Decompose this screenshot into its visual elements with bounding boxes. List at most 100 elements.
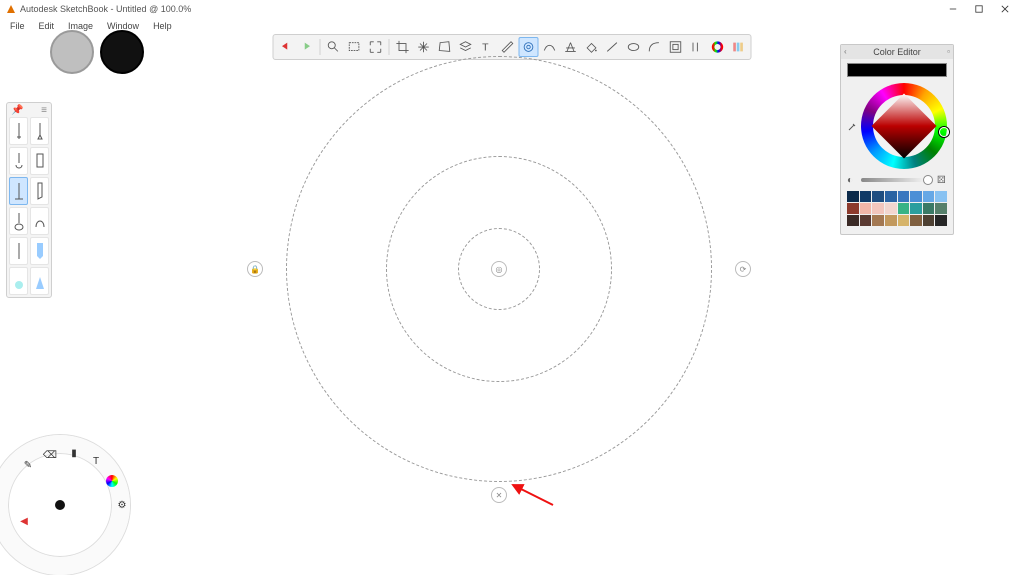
redo-button[interactable] bbox=[297, 37, 317, 57]
menu-file[interactable]: File bbox=[4, 20, 31, 32]
annotation-arrow-icon bbox=[508, 480, 558, 510]
menu-help[interactable]: Help bbox=[147, 20, 178, 32]
color-swatch[interactable] bbox=[923, 203, 935, 214]
menu-icon[interactable]: ≡ bbox=[41, 105, 47, 116]
color-editor-header[interactable]: ‹ Color Editor ▫ bbox=[841, 45, 953, 59]
color-swatch[interactable] bbox=[872, 203, 884, 214]
lagoon-eraser-icon[interactable]: ⌫ bbox=[42, 447, 58, 463]
fill-button[interactable] bbox=[582, 37, 602, 57]
color-swatch[interactable] bbox=[847, 203, 859, 214]
color-swatch[interactable] bbox=[898, 191, 910, 202]
color-wheel[interactable] bbox=[861, 83, 947, 169]
transform-button[interactable] bbox=[414, 37, 434, 57]
color-puck[interactable] bbox=[50, 30, 144, 74]
color-swatch[interactable] bbox=[860, 191, 872, 202]
brush-brush[interactable] bbox=[9, 207, 28, 235]
symmetry-lock-handle[interactable]: 🔒 bbox=[247, 261, 263, 277]
color-swatch[interactable] bbox=[898, 203, 910, 214]
eyedropper-icon[interactable] bbox=[847, 122, 857, 132]
brush-pencil[interactable] bbox=[9, 117, 28, 145]
brush-highlighter[interactable] bbox=[30, 237, 49, 265]
ruler-button[interactable] bbox=[498, 37, 518, 57]
maximize-button[interactable] bbox=[966, 1, 992, 17]
fit-button[interactable] bbox=[366, 37, 386, 57]
lagoon-flood-icon[interactable]: ▮ bbox=[66, 445, 82, 461]
transparency-slider[interactable]: ◐ ⚄ bbox=[841, 173, 953, 187]
svg-text:T: T bbox=[482, 42, 489, 54]
lagoon-color-icon[interactable] bbox=[104, 473, 120, 489]
minimize-button[interactable] bbox=[940, 1, 966, 17]
brush-smudge[interactable] bbox=[30, 207, 49, 235]
color-swatch[interactable] bbox=[898, 215, 910, 226]
lagoon-undo-icon[interactable]: ◀ bbox=[16, 513, 32, 529]
color-editor-panel[interactable]: ‹ Color Editor ▫ ◐ ⚄ bbox=[840, 44, 954, 235]
color-swatch[interactable] bbox=[910, 203, 922, 214]
close-button[interactable] bbox=[992, 1, 1018, 17]
shapes-line-button[interactable] bbox=[603, 37, 623, 57]
symmetry-rotate-handle[interactable]: ⟳ bbox=[735, 261, 751, 277]
shapes-curve-button[interactable] bbox=[645, 37, 665, 57]
copic-library-button[interactable] bbox=[729, 37, 749, 57]
color-swatch[interactable] bbox=[923, 191, 935, 202]
pin-icon[interactable]: ‹ bbox=[844, 47, 847, 56]
color-swatch[interactable] bbox=[885, 191, 897, 202]
color-swatch[interactable] bbox=[910, 215, 922, 226]
color-swatch[interactable] bbox=[935, 215, 947, 226]
symmetry-close-handle[interactable]: ✕ bbox=[491, 487, 507, 503]
brush-pen[interactable] bbox=[30, 117, 49, 145]
select-rect-button[interactable] bbox=[345, 37, 365, 57]
color-swatch[interactable] bbox=[935, 203, 947, 214]
color-swatch[interactable] bbox=[872, 191, 884, 202]
color-editor-title: Color Editor bbox=[873, 47, 921, 57]
color-swatch[interactable] bbox=[847, 215, 859, 226]
color-swatch[interactable] bbox=[885, 215, 897, 226]
symmetry-button[interactable] bbox=[519, 37, 539, 57]
layers-button[interactable] bbox=[456, 37, 476, 57]
brush-fine[interactable] bbox=[9, 237, 28, 265]
selection-button[interactable] bbox=[666, 37, 686, 57]
color-puck-secondary[interactable] bbox=[50, 30, 94, 74]
undo-button[interactable] bbox=[276, 37, 296, 57]
color-swatch-grid bbox=[841, 187, 953, 234]
hue-cursor[interactable] bbox=[939, 127, 949, 137]
color-swatch[interactable] bbox=[860, 215, 872, 226]
text-button[interactable]: T bbox=[477, 37, 497, 57]
window-title: Autodesk SketchBook - Untitled @ 100.0% bbox=[20, 4, 191, 14]
color-swatch[interactable] bbox=[872, 215, 884, 226]
app-logo-icon bbox=[6, 4, 16, 14]
predictive-stroke-button[interactable] bbox=[540, 37, 560, 57]
lagoon-text-icon[interactable]: T bbox=[88, 453, 104, 469]
color-puck-primary[interactable] bbox=[100, 30, 144, 74]
color-swatch[interactable] bbox=[860, 203, 872, 214]
brush-ink[interactable] bbox=[9, 177, 28, 205]
panel-close-icon[interactable]: ▫ bbox=[947, 47, 950, 56]
brush-chisel[interactable] bbox=[30, 177, 49, 205]
brush-palette[interactable]: 📌 ≡ bbox=[6, 102, 52, 298]
color-swatch[interactable] bbox=[935, 191, 947, 202]
lagoon[interactable]: ✎ ⌫ ▮ T ◀ ⚙ bbox=[0, 435, 130, 575]
crop-button[interactable] bbox=[393, 37, 413, 57]
color-swatch[interactable] bbox=[910, 191, 922, 202]
color-swatch[interactable] bbox=[885, 203, 897, 214]
brush-marker[interactable] bbox=[30, 147, 49, 175]
steady-stroke-button[interactable] bbox=[687, 37, 707, 57]
brush-airbrush[interactable] bbox=[9, 147, 28, 175]
color-swatch[interactable] bbox=[847, 191, 859, 202]
lagoon-redo-icon[interactable]: ⚙ bbox=[114, 497, 130, 513]
current-color-swatch[interactable] bbox=[847, 63, 947, 77]
shapes-ellipse-button[interactable] bbox=[624, 37, 644, 57]
lagoon-center-color[interactable] bbox=[55, 500, 65, 510]
zoom-button[interactable] bbox=[324, 37, 344, 57]
perspective-button[interactable] bbox=[561, 37, 581, 57]
symmetry-center-handle[interactable]: ◎ bbox=[491, 261, 507, 277]
color-swatch[interactable] bbox=[923, 215, 935, 226]
brush-stipple[interactable] bbox=[30, 267, 49, 295]
randomize-icon[interactable]: ⚄ bbox=[937, 175, 947, 185]
pin-icon[interactable]: 📌 bbox=[11, 105, 23, 116]
lagoon-brush-icon[interactable]: ✎ bbox=[20, 457, 36, 473]
color-wheel-button[interactable] bbox=[708, 37, 728, 57]
distort-button[interactable] bbox=[435, 37, 455, 57]
brush-soft[interactable] bbox=[9, 267, 28, 295]
titlebar: Autodesk SketchBook - Untitled @ 100.0% bbox=[0, 0, 1024, 18]
brush-palette-header[interactable]: 📌 ≡ bbox=[9, 105, 49, 115]
